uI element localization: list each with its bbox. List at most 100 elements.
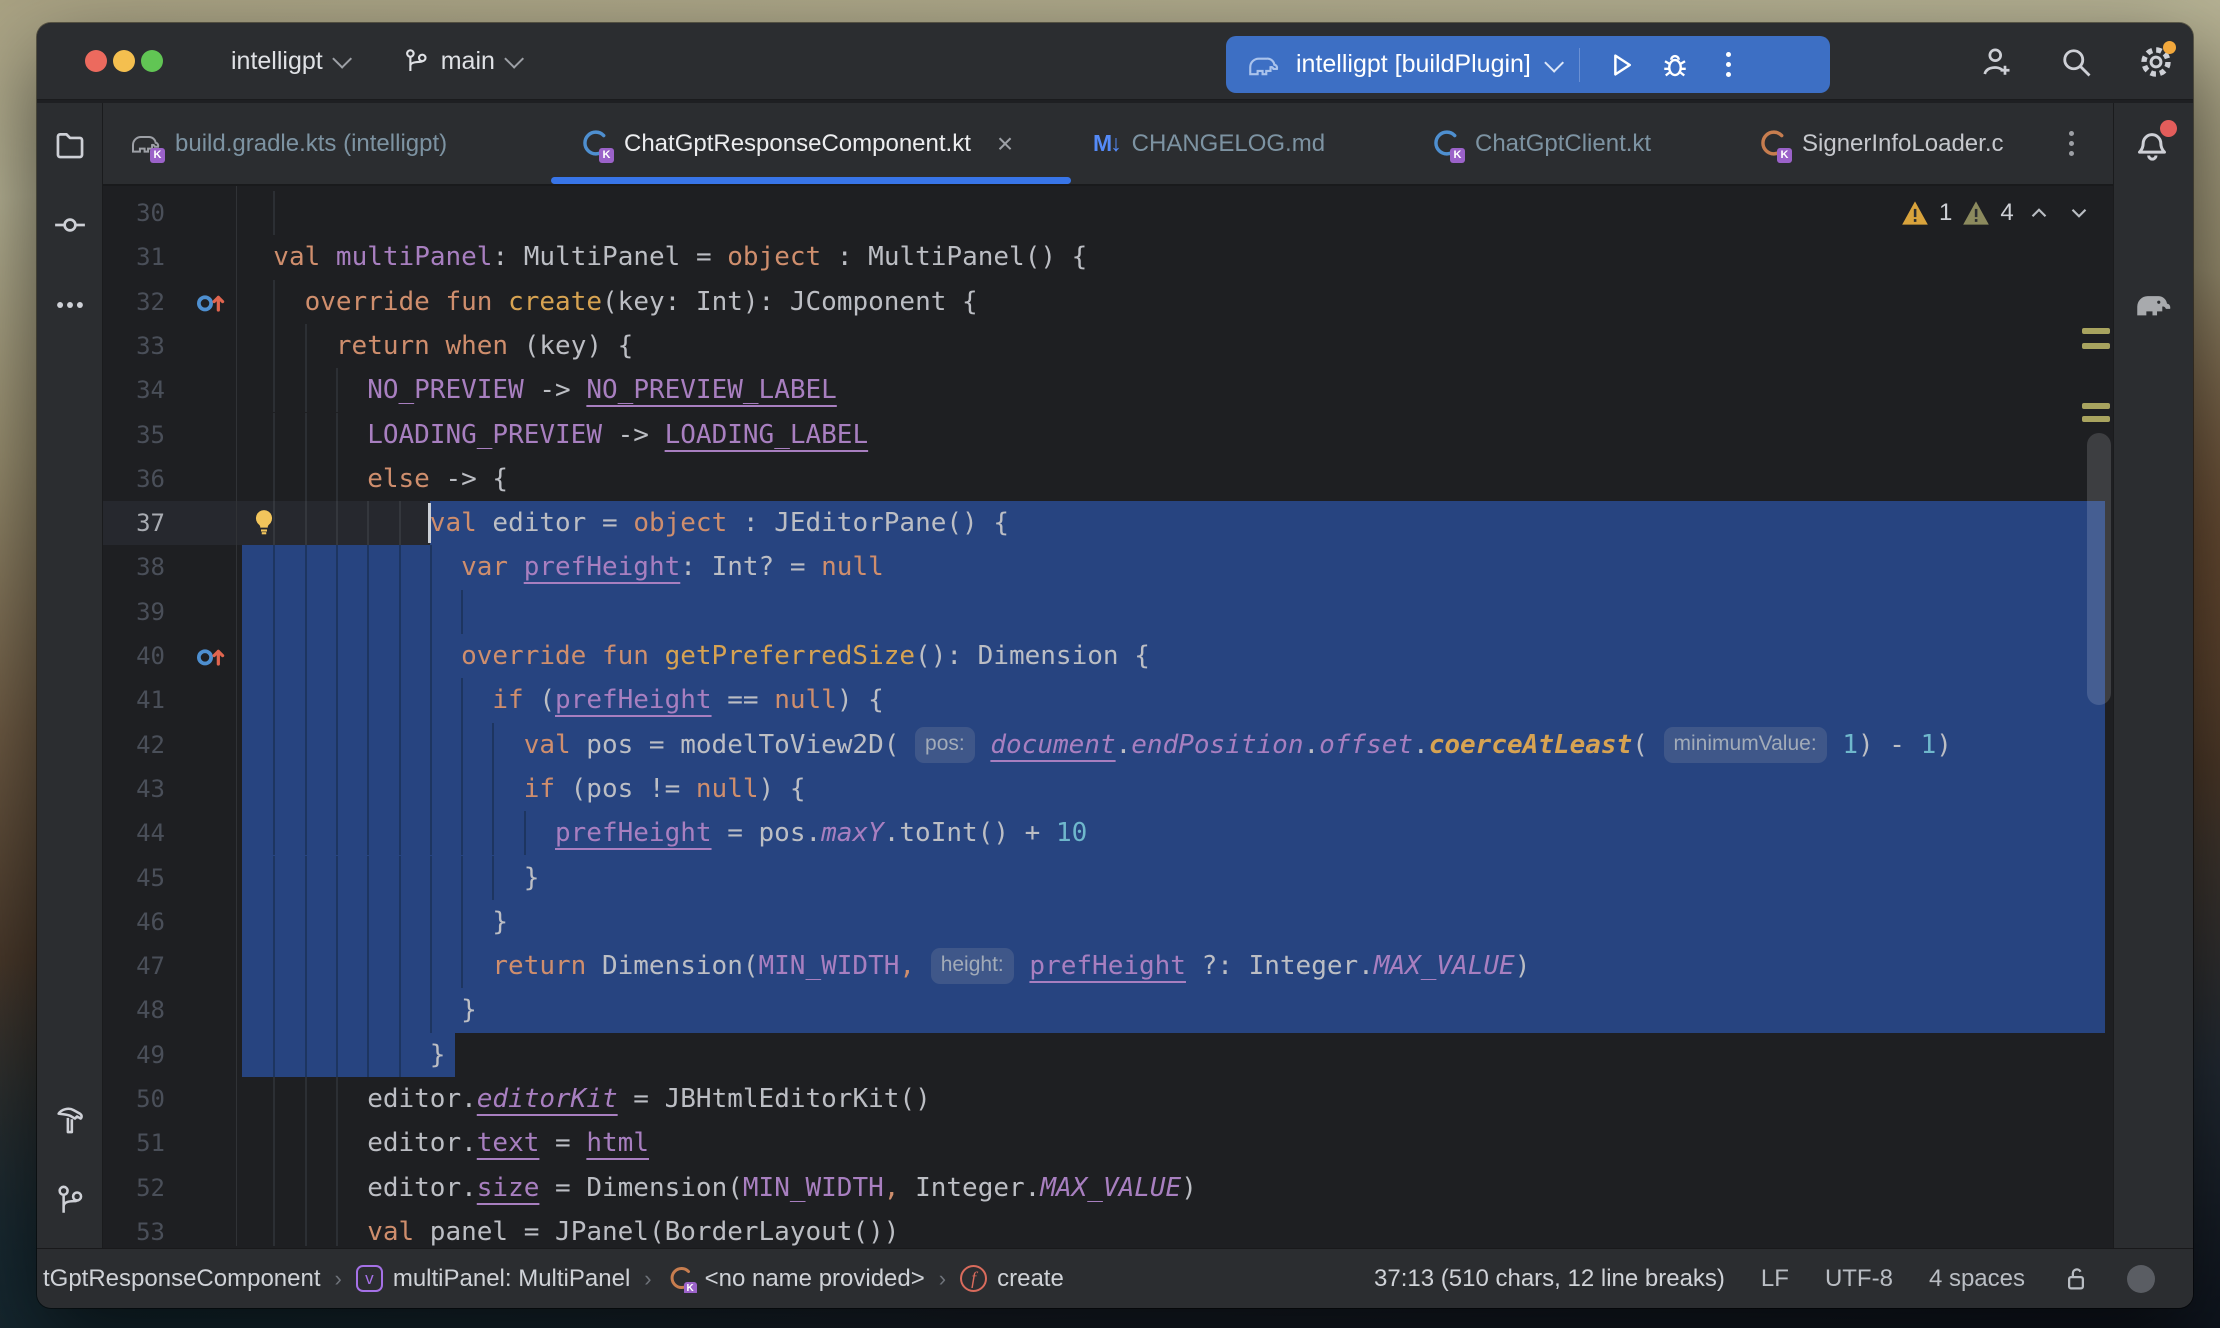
code-line[interactable]: editor.editorKit = JBHtmlEditorKit(): [367, 1077, 931, 1121]
code-line[interactable]: }: [461, 988, 477, 1032]
line-number[interactable]: 52: [103, 1166, 165, 1210]
code-line[interactable]: else -> {: [367, 457, 508, 501]
line-number[interactable]: 42: [103, 723, 165, 767]
line-number[interactable]: 31: [103, 235, 165, 279]
code-line[interactable]: }: [524, 856, 540, 900]
lightbulb-intention-icon[interactable]: [249, 507, 281, 539]
vcs-branch-selector[interactable]: main: [389, 38, 531, 84]
line-number[interactable]: 30: [103, 191, 165, 235]
code-line[interactable]: editor.size = Dimension(MIN_WIDTH, Integ…: [367, 1166, 1197, 1210]
tab-signer-info-loader[interactable]: K SignerInfoLoader.c: [1756, 103, 2003, 184]
commit-icon[interactable]: [50, 205, 90, 245]
next-problem-chevron-down-icon[interactable]: [2064, 198, 2094, 228]
code-line[interactable]: if (prefHeight == null) {: [492, 678, 883, 722]
code-line[interactable]: override fun getPreferredSize(): Dimensi…: [461, 634, 1150, 678]
line-number[interactable]: 49: [103, 1033, 165, 1077]
code-line[interactable]: if (pos != null) {: [524, 767, 806, 811]
line-ending-widget[interactable]: LF: [1761, 1265, 1789, 1293]
line-number[interactable]: 40: [103, 634, 165, 678]
line-number[interactable]: 36: [103, 457, 165, 501]
code-line[interactable]: var prefHeight: Int? = null: [461, 545, 884, 589]
line-number[interactable]: 44: [103, 811, 165, 855]
tab-build-gradle-kts[interactable]: K build.gradle.kts (intelligpt): [129, 103, 447, 184]
inspections-widget[interactable]: 1 4: [1901, 198, 2094, 228]
code-token: override fun: [461, 641, 665, 671]
notifications-bell-icon[interactable]: [2132, 123, 2176, 167]
indent-guide: [273, 988, 275, 1032]
code-line[interactable]: }: [430, 1033, 446, 1077]
code-line[interactable]: LOADING_PREVIEW -> LOADING_LABEL: [367, 413, 868, 457]
settings-gear-icon[interactable]: [2135, 41, 2177, 83]
line-number[interactable]: 37: [103, 501, 165, 545]
line-number[interactable]: 41: [103, 678, 165, 722]
line-number[interactable]: 38: [103, 545, 165, 589]
vertical-scrollbar-thumb[interactable]: [2087, 433, 2111, 705]
code-line[interactable]: NO_PREVIEW -> NO_PREVIEW_LABEL: [367, 368, 837, 412]
git-branch-icon[interactable]: [50, 1180, 90, 1220]
code-line[interactable]: val panel = JPanel(BorderLayout()): [367, 1210, 899, 1246]
project-selector[interactable]: intelligpt: [219, 39, 359, 84]
add-user-button[interactable]: [1975, 41, 2017, 83]
gradle-tool-window-icon[interactable]: [2132, 283, 2176, 327]
build-hammer-icon[interactable]: [50, 1100, 90, 1140]
line-number[interactable]: 34: [103, 368, 165, 412]
kebab-menu-icon[interactable]: [1708, 44, 1750, 86]
code-line[interactable]: return Dimension(MIN_WIDTH, height: pref…: [492, 944, 1530, 988]
code-editor[interactable]: 1 4 3031 val multiPanel: MultiPanel = obj…: [103, 186, 2113, 1246]
run-config-label[interactable]: intelligpt [buildPlugin]: [1296, 50, 1531, 79]
more-tool-windows-icon[interactable]: [50, 285, 90, 325]
code-line[interactable]: val multiPanel: MultiPanel = object : Mu…: [273, 235, 1087, 279]
project-folder-icon[interactable]: [50, 125, 90, 165]
minimize-window-button[interactable]: [113, 50, 135, 72]
debug-button[interactable]: [1654, 44, 1696, 86]
line-number[interactable]: 45: [103, 856, 165, 900]
override-up-arrow-icon[interactable]: [195, 286, 227, 318]
search-icon[interactable]: [2055, 41, 2097, 83]
code-line[interactable]: val pos = modelToView2D( pos: document.e…: [524, 723, 1952, 767]
run-button[interactable]: [1600, 44, 1642, 86]
code-line[interactable]: editor.text = html: [367, 1121, 649, 1165]
previous-problem-chevron-up-icon[interactable]: [2024, 198, 2054, 228]
line-number[interactable]: 43: [103, 767, 165, 811]
line-number[interactable]: 47: [103, 944, 165, 988]
line-number[interactable]: 32: [103, 280, 165, 324]
line-number[interactable]: 53: [103, 1210, 165, 1246]
line-number[interactable]: 51: [103, 1121, 165, 1165]
line-number[interactable]: 46: [103, 900, 165, 944]
tab-changelog-md[interactable]: M↓ CHANGELOG.md: [1093, 103, 1325, 184]
indent-guide: [273, 944, 275, 988]
override-up-arrow-icon[interactable]: [195, 640, 227, 672]
chevron-down-icon[interactable]: [1544, 52, 1564, 72]
close-window-button[interactable]: [85, 50, 107, 72]
tab-chatgpt-client[interactable]: K ChatGptClient.kt: [1429, 103, 1651, 184]
line-number[interactable]: 33: [103, 324, 165, 368]
close-icon[interactable]: ×: [997, 128, 1013, 160]
error-stripe-mark[interactable]: [2082, 343, 2110, 349]
line-number[interactable]: 50: [103, 1077, 165, 1121]
code-line[interactable]: override fun create(key: Int): JComponen…: [305, 280, 978, 324]
status-indicator-dot[interactable]: [2127, 1265, 2155, 1293]
line-number[interactable]: 48: [103, 988, 165, 1032]
lock-open-icon[interactable]: [2061, 1264, 2091, 1294]
breadcrumb-function[interactable]: f create: [960, 1265, 1064, 1293]
breadcrumb-anonymous-class[interactable]: K <no name provided>: [666, 1264, 925, 1293]
caret-position-widget[interactable]: 37:13 (510 chars, 12 line breaks): [1374, 1265, 1725, 1293]
indent-guide: [336, 1166, 338, 1210]
line-number[interactable]: 35: [103, 413, 165, 457]
indent-widget[interactable]: 4 spaces: [1929, 1265, 2025, 1293]
error-stripe-mark[interactable]: [2082, 403, 2110, 409]
error-stripe-mark[interactable]: [2082, 416, 2110, 422]
code-line[interactable]: prefHeight = pos.maxY.toInt() + 10: [555, 811, 1087, 855]
line-number[interactable]: 39: [103, 590, 165, 634]
encoding-widget[interactable]: UTF-8: [1825, 1265, 1893, 1293]
code-line[interactable]: return when (key) {: [336, 324, 633, 368]
indent-guide: [461, 811, 463, 855]
zoom-window-button[interactable]: [141, 50, 163, 72]
error-stripe-mark[interactable]: [2082, 328, 2110, 334]
tab-list-kebab-icon[interactable]: [2053, 125, 2089, 161]
breadcrumb-variable[interactable]: v multiPanel: MultiPanel: [356, 1265, 630, 1293]
tab-chatgpt-response-component[interactable]: K ChatGptResponseComponent.kt ×: [578, 103, 1013, 184]
breadcrumb-file[interactable]: tGptResponseComponent: [43, 1265, 321, 1293]
code-line[interactable]: val editor = object : JEditorPane() {: [430, 501, 1009, 545]
code-line[interactable]: }: [492, 900, 508, 944]
